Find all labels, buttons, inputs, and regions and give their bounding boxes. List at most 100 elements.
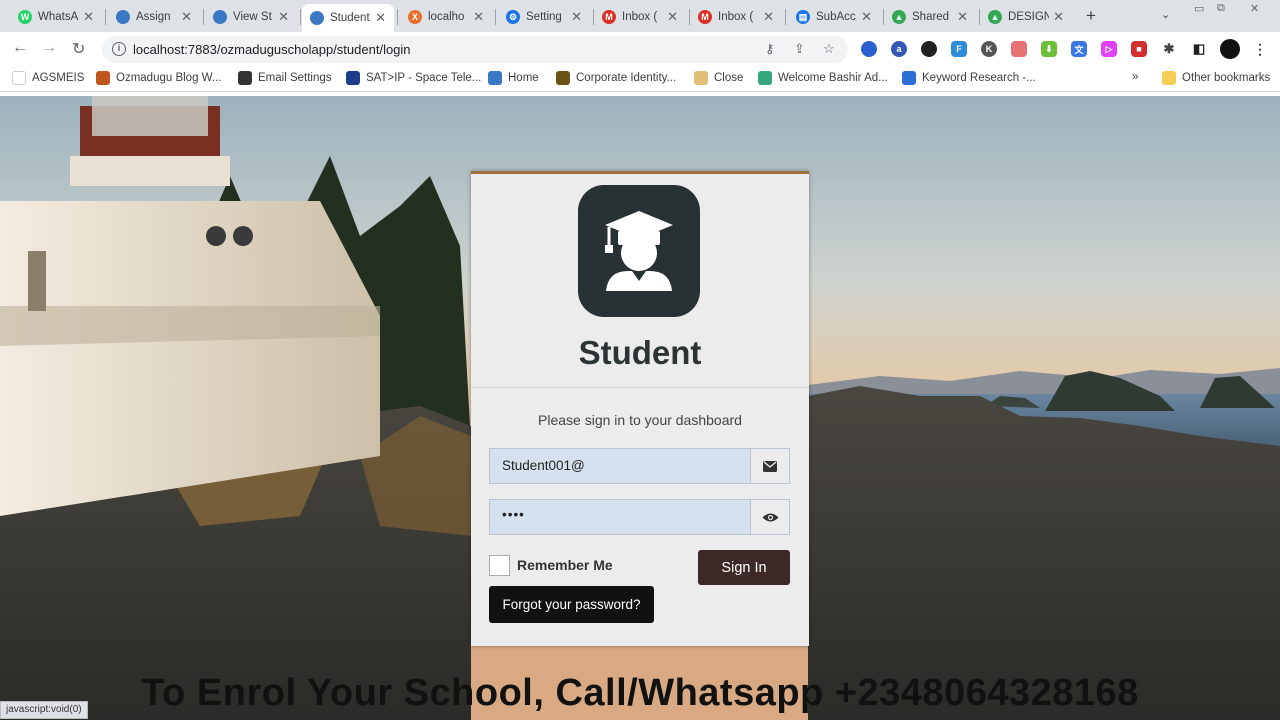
bookmark-label: AGSMEIS [32,72,85,84]
page-title: Student [578,334,702,371]
tab-label: DESIGN [1008,11,1050,23]
tab-separator [785,9,786,25]
password-field[interactable]: •••• [489,499,790,535]
close-bookmark-icon [694,71,708,85]
minimize-button[interactable]: ▭ [1194,2,1204,15]
close-window-button[interactable]: ✕ [1250,2,1259,15]
browser-tab[interactable]: View St ✕ [205,4,297,30]
bookmark-item[interactable]: Email Settings [238,71,332,85]
bookmark-item[interactable]: Home [488,71,539,85]
restore-button[interactable]: ⧉ [1217,2,1225,15]
browser-tab[interactable]: Xlocalho ✕ [400,4,492,30]
tab-separator [495,9,496,25]
tab-separator [203,9,204,25]
browser-tab[interactable]: ▤ SubAcc ✕ [788,4,880,30]
extensions-puzzle-icon[interactable]: ✱ [1161,41,1177,57]
browser-tab[interactable]: W WhatsA ✕ [10,4,102,30]
sign-in-button[interactable]: Sign In [698,550,790,585]
extension-2-icon[interactable]: a [891,41,907,57]
remember-me-label[interactable]: Remember Me [517,557,613,573]
status-bar-url: javascript:void(0) [0,701,88,719]
drive-icon: ▲ [988,10,1002,24]
bookmark-item[interactable]: AGSMEIS [12,71,84,85]
star-icon[interactable]: ☆ [823,41,835,57]
tab-close-icon[interactable]: ✕ [861,9,872,25]
whatsapp-icon: W [18,10,32,24]
profile-avatar[interactable] [1220,39,1240,59]
gmail-icon: M [698,10,712,24]
bookmark-item[interactable]: Corporate Identity... [556,71,676,85]
envelope-icon [750,449,789,483]
browser-tab[interactable]: ▲ Shared ✕ [884,4,976,30]
browser-tab[interactable]: Student ✕ [302,4,394,32]
bookmark-label: SAT>IP - Space Tele... [366,72,482,84]
blog-icon [96,71,110,85]
extension-10-icon[interactable]: ■ [1131,41,1147,57]
translate-icon[interactable]: 文 [1071,41,1087,57]
extension-4-icon[interactable]: F [951,41,967,57]
tab-close-icon[interactable]: ✕ [763,9,774,25]
other-bookmarks-label: Other bookmarks [1182,72,1271,84]
tab-close-icon[interactable]: ✕ [1053,9,1064,25]
forward-icon[interactable]: → [41,39,57,57]
bookmark-item[interactable]: SAT>IP - Space Tele... [346,71,481,85]
bookmark-item[interactable]: Welcome Bashir Ad... [758,71,888,85]
tab-close-icon[interactable]: ✕ [83,9,94,25]
tab-label: WhatsA [38,11,79,23]
side-panel-icon[interactable]: ◧ [1191,41,1207,57]
welcome-icon [758,71,772,85]
share-icon[interactable]: ⇪ [794,41,805,57]
menu-kebab-icon[interactable]: ⋮ [1252,41,1268,57]
extension-6-icon[interactable] [1011,41,1027,57]
tab-close-icon[interactable]: ✕ [278,9,289,25]
tab-label: Setting [526,11,562,23]
bookmark-label: Ozmadugu Blog W... [116,72,222,84]
remember-me-checkbox[interactable] [489,555,510,576]
extension-9-icon[interactable]: ▷ [1101,41,1117,57]
bookmark-item[interactable]: Close [694,71,743,85]
tab-close-icon[interactable]: ✕ [957,9,968,25]
tab-close-icon[interactable]: ✕ [181,9,192,25]
page-viewport: Student Please sign in to your dashboard… [0,96,1280,720]
site-info-icon[interactable]: i [112,42,126,56]
bookmark-item[interactable]: Ozmadugu Blog W... [96,71,221,85]
extension-7-icon[interactable]: ⬇ [1041,41,1057,57]
settings-icon [238,71,252,85]
other-bookmarks-folder[interactable]: Other bookmarks [1162,71,1270,85]
browser-tab[interactable]: ⚙ Setting ✕ [498,4,590,30]
tab-search-button[interactable]: ⌄ [1161,8,1170,21]
tab-close-icon[interactable]: ✕ [667,9,678,25]
tab-separator [300,9,301,25]
tab-label: localho [428,11,465,23]
extension-5-icon[interactable]: K [981,41,997,57]
browser-tab[interactable]: ▲ DESIGN ✕ [980,4,1072,30]
extension-1-icon[interactable] [861,41,877,57]
overlay-caption: To Enrol Your School, Call/Whatsapp +234… [141,672,1139,714]
tab-close-icon[interactable]: ✕ [473,9,484,25]
drive-icon: ▲ [892,10,906,24]
bookmarks-overflow-button[interactable]: » [1132,71,1138,83]
email-field[interactable]: Student001@ [489,448,790,484]
show-password-eye-icon[interactable] [750,500,789,534]
gmail-icon: M [602,10,616,24]
address-bar[interactable]: i localhost:7883/ozmaduguscholapp/studen… [102,36,848,63]
extension-3-icon[interactable] [921,41,937,57]
browser-tab[interactable]: M Inbox (✕ [594,4,686,30]
satellite-icon [346,71,360,85]
url-text: localhost:7883/ozmaduguscholapp/student/… [133,42,411,57]
student-graduate-icon [578,185,700,317]
tab-close-icon[interactable]: ✕ [375,10,386,26]
new-tab-button[interactable]: + [1086,6,1096,26]
tab-separator [105,9,106,25]
browser-tab[interactable]: Assign ✕ [108,4,200,30]
back-icon[interactable]: ← [12,39,28,57]
forgot-password-button[interactable]: Forgot your password? [489,586,654,623]
bookmark-item[interactable]: Keyword Research -... [902,71,1036,85]
key-icon[interactable]: ⚷ [765,41,775,57]
browser-tab[interactable]: M Inbox (✕ [690,4,782,30]
globe-icon [116,10,130,24]
globe-icon [488,71,502,85]
reload-icon[interactable]: ↻ [72,39,85,59]
tab-close-icon[interactable]: ✕ [571,9,582,25]
sheet-icon: ▤ [796,10,810,24]
